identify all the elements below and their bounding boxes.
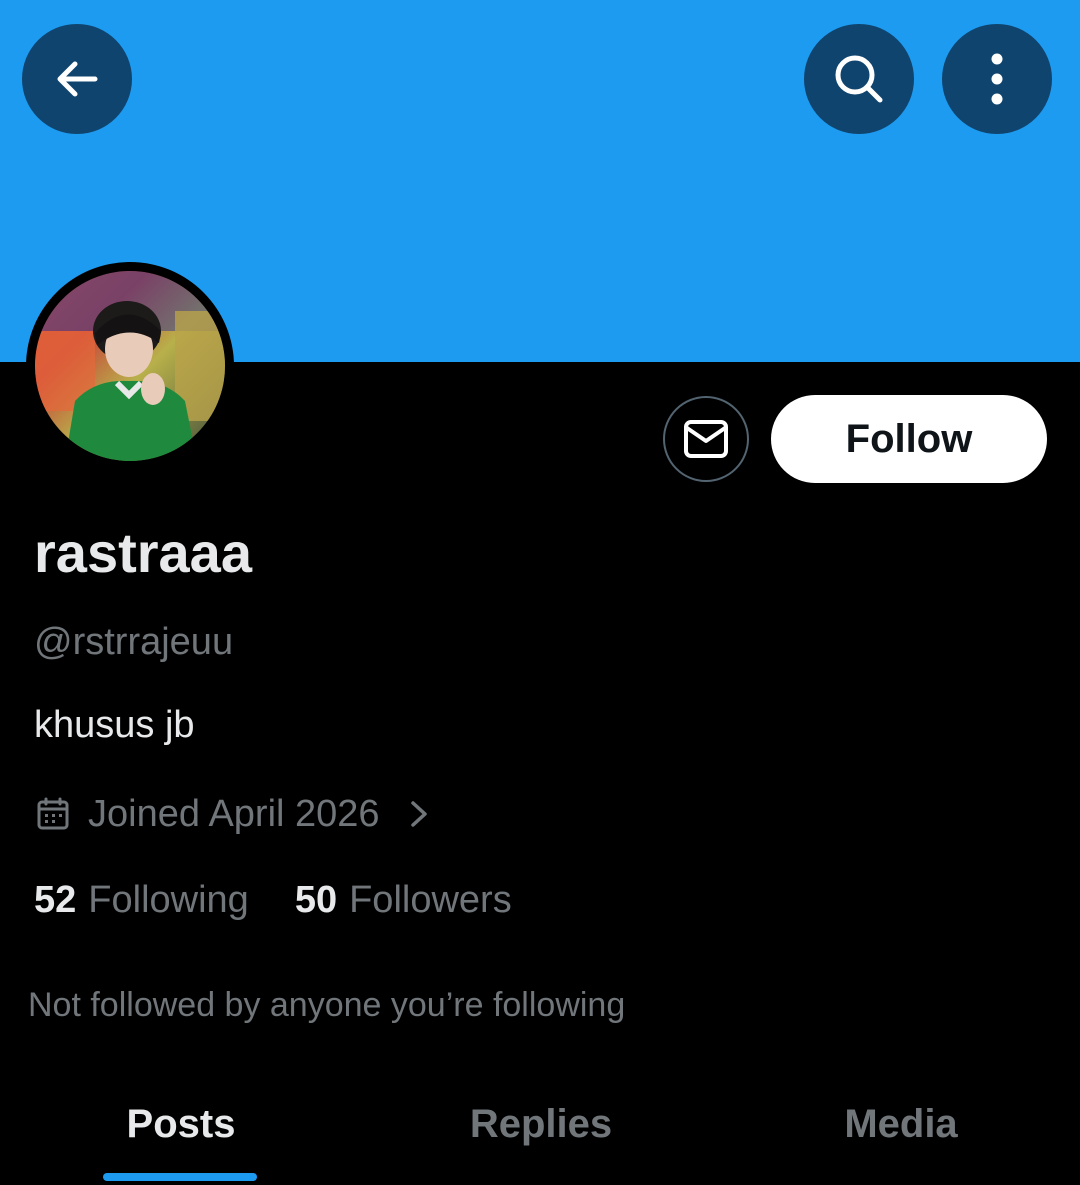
tab-media[interactable]: Media xyxy=(780,1098,1022,1150)
followers-count: 50 xyxy=(294,878,338,921)
following-count: 52 xyxy=(34,878,77,921)
follow-button[interactable]: Follow xyxy=(771,395,1047,483)
display-name: rastraaa xyxy=(34,521,252,584)
user-handle: @rstrrajeuu xyxy=(34,621,234,663)
calendar-icon xyxy=(37,797,69,830)
back-button[interactable] xyxy=(22,24,132,134)
more-vertical-icon xyxy=(991,53,1003,105)
following-link[interactable]: 52 Following xyxy=(34,879,249,922)
chevron-right-icon xyxy=(410,801,427,827)
followers-link[interactable]: 50 Followers xyxy=(295,879,512,922)
bio-text: khusus jb xyxy=(34,704,195,746)
avatar[interactable] xyxy=(26,262,234,470)
avatar-photo xyxy=(35,271,225,461)
joined-date-text: Joined April 2026 xyxy=(88,792,380,835)
tab-replies[interactable]: Replies xyxy=(420,1098,662,1150)
following-label: Following xyxy=(88,878,249,921)
profile-page: Follow rastraaa @rstrrajeuu khusus jb Jo… xyxy=(0,0,1080,1185)
active-tab-indicator xyxy=(103,1173,257,1181)
follow-stats: 52 Following 50 Followers xyxy=(34,874,512,926)
followers-label: Followers xyxy=(349,878,512,921)
tab-posts[interactable]: Posts xyxy=(60,1098,302,1150)
profile-tabs: Posts Replies Media xyxy=(0,1080,1080,1185)
joined-date-row[interactable]: Joined April 2026 xyxy=(34,788,430,840)
message-button[interactable] xyxy=(663,396,749,482)
search-button[interactable] xyxy=(804,24,914,134)
search-icon xyxy=(835,55,883,103)
arrow-left-icon xyxy=(57,61,98,97)
envelope-icon xyxy=(684,420,728,458)
mutual-followers-note: Not followed by anyone you’re following xyxy=(28,986,626,1024)
more-options-button[interactable] xyxy=(942,24,1052,134)
